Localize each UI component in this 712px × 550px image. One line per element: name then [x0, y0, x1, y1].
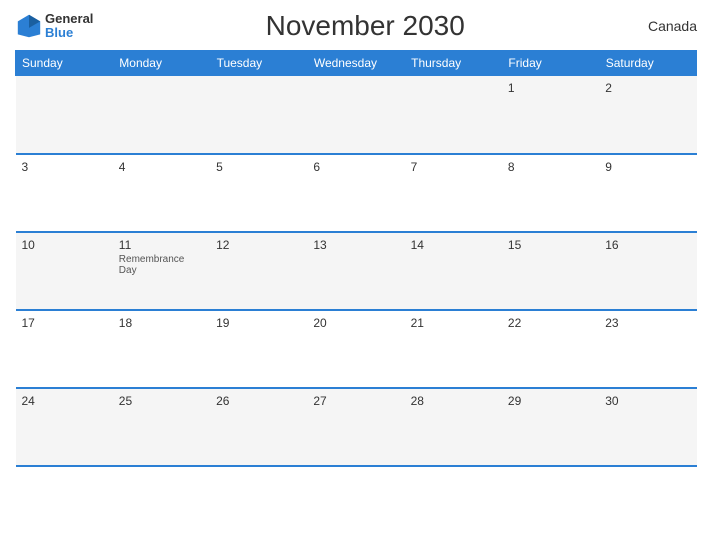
calendar-week-3: 10 11 Remembrance Day 12 13 14 15 16	[16, 232, 697, 310]
calendar-cell	[307, 76, 404, 154]
day-number: 5	[216, 160, 301, 174]
header-monday: Monday	[113, 51, 210, 76]
day-number: 3	[22, 160, 107, 174]
calendar-cell: 5	[210, 154, 307, 232]
calendar-week-1: 12	[16, 76, 697, 154]
calendar-cell: 14	[405, 232, 502, 310]
day-number: 6	[313, 160, 398, 174]
logo: General Blue	[15, 12, 93, 41]
day-number: 1	[508, 81, 593, 95]
calendar-container: General Blue November 2030 Canada Sunday…	[0, 0, 712, 550]
logo-text: General Blue	[45, 12, 93, 41]
day-number: 28	[411, 394, 496, 408]
holiday-label: Remembrance Day	[119, 254, 204, 276]
day-number: 22	[508, 316, 593, 330]
day-number: 11	[119, 238, 204, 252]
calendar-cell: 24	[16, 388, 113, 466]
day-number: 17	[22, 316, 107, 330]
calendar-cell: 20	[307, 310, 404, 388]
calendar-cell: 17	[16, 310, 113, 388]
calendar-cell: 12	[210, 232, 307, 310]
country-label: Canada	[637, 18, 697, 34]
calendar-cell: 11 Remembrance Day	[113, 232, 210, 310]
day-number: 26	[216, 394, 301, 408]
day-number: 25	[119, 394, 204, 408]
day-number: 2	[605, 81, 690, 95]
day-number: 23	[605, 316, 690, 330]
calendar-cell: 22	[502, 310, 599, 388]
calendar-cell: 8	[502, 154, 599, 232]
header-sunday: Sunday	[16, 51, 113, 76]
day-number: 30	[605, 394, 690, 408]
calendar-cell: 19	[210, 310, 307, 388]
calendar-cell: 15	[502, 232, 599, 310]
calendar-cell: 26	[210, 388, 307, 466]
day-number: 18	[119, 316, 204, 330]
day-number: 7	[411, 160, 496, 174]
calendar-cell: 6	[307, 154, 404, 232]
header-wednesday: Wednesday	[307, 51, 404, 76]
day-number: 8	[508, 160, 593, 174]
calendar-cell: 18	[113, 310, 210, 388]
day-number: 29	[508, 394, 593, 408]
calendar-week-2: 3456789	[16, 154, 697, 232]
calendar-cell	[210, 76, 307, 154]
calendar-cell: 27	[307, 388, 404, 466]
calendar-cell: 28	[405, 388, 502, 466]
calendar-cell	[16, 76, 113, 154]
calendar-table: Sunday Monday Tuesday Wednesday Thursday…	[15, 50, 697, 467]
day-number: 20	[313, 316, 398, 330]
day-number: 21	[411, 316, 496, 330]
calendar-cell	[405, 76, 502, 154]
calendar-header: General Blue November 2030 Canada	[15, 10, 697, 42]
calendar-cell: 4	[113, 154, 210, 232]
header-tuesday: Tuesday	[210, 51, 307, 76]
day-number: 16	[605, 238, 690, 252]
calendar-week-4: 17 18 19 20 21 22 23	[16, 310, 697, 388]
calendar-cell: 1	[502, 76, 599, 154]
calendar-cell: 16	[599, 232, 696, 310]
calendar-cell: 23	[599, 310, 696, 388]
calendar-cell: 30	[599, 388, 696, 466]
calendar-cell: 9	[599, 154, 696, 232]
day-number: 9	[605, 160, 690, 174]
calendar-cell: 13	[307, 232, 404, 310]
day-number: 19	[216, 316, 301, 330]
calendar-cell: 3	[16, 154, 113, 232]
calendar-cell: 21	[405, 310, 502, 388]
calendar-cell: 2	[599, 76, 696, 154]
logo-blue-text: Blue	[45, 26, 93, 40]
weekday-header-row: Sunday Monday Tuesday Wednesday Thursday…	[16, 51, 697, 76]
calendar-cell: 10	[16, 232, 113, 310]
calendar-cell: 7	[405, 154, 502, 232]
day-number: 14	[411, 238, 496, 252]
day-number: 24	[22, 394, 107, 408]
day-number: 13	[313, 238, 398, 252]
header-saturday: Saturday	[599, 51, 696, 76]
day-number: 10	[22, 238, 107, 252]
calendar-cell	[113, 76, 210, 154]
day-number: 15	[508, 238, 593, 252]
calendar-week-5: 24 25 26 27 28 29 30	[16, 388, 697, 466]
calendar-cell: 29	[502, 388, 599, 466]
header-friday: Friday	[502, 51, 599, 76]
header-thursday: Thursday	[405, 51, 502, 76]
logo-icon	[15, 12, 43, 40]
logo-general-text: General	[45, 12, 93, 26]
day-number: 4	[119, 160, 204, 174]
calendar-cell: 25	[113, 388, 210, 466]
day-number: 27	[313, 394, 398, 408]
calendar-title: November 2030	[93, 10, 637, 42]
day-number: 12	[216, 238, 301, 252]
